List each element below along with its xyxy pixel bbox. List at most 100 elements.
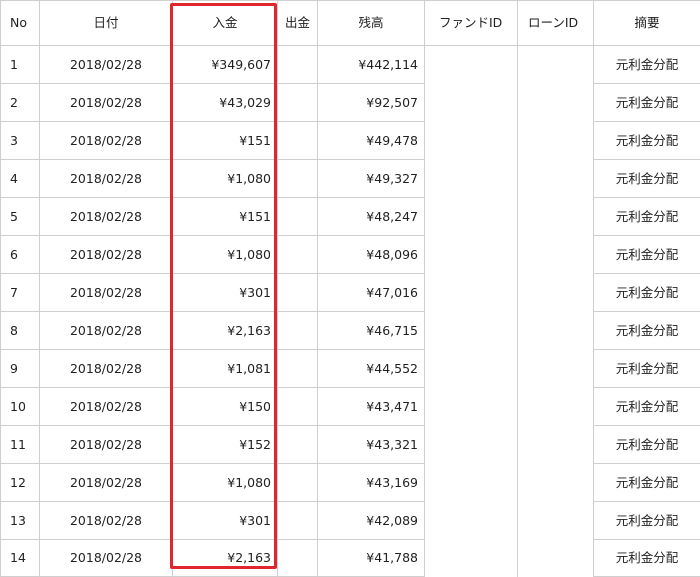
loan-id: [518, 122, 594, 160]
row-number: 8: [1, 312, 40, 350]
withdrawal-amount: [278, 46, 318, 84]
memo: 元利金分配: [594, 274, 700, 312]
fund-id: [425, 464, 518, 502]
fund-id: [425, 236, 518, 274]
row-number: 14: [1, 540, 40, 577]
memo: 元利金分配: [594, 46, 700, 84]
memo: 元利金分配: [594, 198, 700, 236]
withdrawal-amount: [278, 350, 318, 388]
loan-id: [518, 46, 594, 84]
memo: 元利金分配: [594, 160, 700, 198]
transaction-table: No 日付 入金 出金 残高 ファンドID ローンID 摘要 12018/02/…: [0, 0, 700, 577]
deposit-amount: ¥151: [173, 122, 278, 160]
fund-id: [425, 312, 518, 350]
loan-id: [518, 160, 594, 198]
deposit-amount: ¥2,163: [173, 312, 278, 350]
deposit-amount: ¥43,029: [173, 84, 278, 122]
memo: 元利金分配: [594, 426, 700, 464]
balance-amount: ¥49,478: [318, 122, 425, 160]
transaction-date: 2018/02/28: [40, 84, 173, 122]
fund-id: [425, 540, 518, 577]
table-row: 122018/02/28¥1,080 ¥43,169 元利金分配: [1, 464, 700, 502]
table-row: 132018/02/28¥301¥42,089元利金分配: [1, 502, 700, 540]
balance-amount: ¥46,715: [318, 312, 425, 350]
fund-id: [425, 122, 518, 160]
table-header: No 日付 入金 出金 残高 ファンドID ローンID 摘要: [1, 1, 700, 46]
column-header-withdrawal: 出金: [278, 1, 318, 46]
deposit-amount: ¥301: [173, 274, 278, 312]
deposit-amount: ¥151: [173, 198, 278, 236]
loan-id: [518, 84, 594, 122]
deposit-amount: ¥1,080: [173, 236, 278, 274]
balance-amount: ¥43,169: [318, 464, 425, 502]
deposit-amount: ¥1,080: [173, 160, 278, 198]
transaction-date: 2018/02/28: [40, 122, 173, 160]
table-row: 102018/02/28¥150¥43,471元利金分配: [1, 388, 700, 426]
table-row: 112018/02/28¥152¥43,321元利金分配: [1, 426, 700, 464]
withdrawal-amount: [278, 274, 318, 312]
row-number: 11: [1, 426, 40, 464]
withdrawal-amount: [278, 84, 318, 122]
balance-amount: ¥43,471: [318, 388, 425, 426]
deposit-amount: ¥1,080: [173, 464, 278, 502]
fund-id: [425, 388, 518, 426]
balance-amount: ¥48,096: [318, 236, 425, 274]
fund-id: [425, 160, 518, 198]
row-number: 9: [1, 350, 40, 388]
memo: 元利金分配: [594, 540, 700, 577]
loan-id: [518, 198, 594, 236]
withdrawal-amount: [278, 122, 318, 160]
loan-id: [518, 540, 594, 577]
loan-id: [518, 274, 594, 312]
loan-id: [518, 312, 594, 350]
transaction-date: 2018/02/28: [40, 540, 173, 577]
loan-id: [518, 502, 594, 540]
transaction-date: 2018/02/28: [40, 388, 173, 426]
deposit-amount: ¥2,163: [173, 540, 278, 577]
memo: 元利金分配: [594, 350, 700, 388]
withdrawal-amount: [278, 312, 318, 350]
transaction-date: 2018/02/28: [40, 464, 173, 502]
deposit-amount: ¥150: [173, 388, 278, 426]
row-number: 10: [1, 388, 40, 426]
withdrawal-amount: [278, 388, 318, 426]
balance-amount: ¥442,114: [318, 46, 425, 84]
fund-id: [425, 198, 518, 236]
balance-amount: ¥43,321: [318, 426, 425, 464]
loan-id: [518, 236, 594, 274]
transaction-date: 2018/02/28: [40, 502, 173, 540]
memo: 元利金分配: [594, 464, 700, 502]
fund-id: [425, 350, 518, 388]
withdrawal-amount: [278, 236, 318, 274]
row-number: 13: [1, 502, 40, 540]
row-number: 6: [1, 236, 40, 274]
table-row: 62018/02/28¥1,080¥48,096元利金分配: [1, 236, 700, 274]
loan-id: [518, 388, 594, 426]
column-header-date: 日付: [40, 1, 173, 46]
deposit-amount: ¥1,081: [173, 350, 278, 388]
withdrawal-amount: [278, 540, 318, 577]
fund-id: [425, 426, 518, 464]
deposit-amount: ¥301: [173, 502, 278, 540]
loan-id: [518, 464, 594, 502]
fund-id: [425, 46, 518, 84]
withdrawal-amount: [278, 502, 318, 540]
balance-amount: ¥49,327: [318, 160, 425, 198]
transaction-date: 2018/02/28: [40, 46, 173, 84]
withdrawal-amount: [278, 426, 318, 464]
table-row: 72018/02/28¥301¥47,016元利金分配: [1, 274, 700, 312]
transaction-date: 2018/02/28: [40, 160, 173, 198]
loan-id: [518, 350, 594, 388]
balance-amount: ¥41,788: [318, 540, 425, 577]
column-header-memo: 摘要: [594, 1, 700, 46]
transaction-date: 2018/02/28: [40, 236, 173, 274]
table-row: 82018/02/28¥2,163¥46,715元利金分配: [1, 312, 700, 350]
balance-amount: ¥42,089: [318, 502, 425, 540]
withdrawal-amount: [278, 160, 318, 198]
table-row: 52018/02/28¥151¥48,247元利金分配: [1, 198, 700, 236]
row-number: 12: [1, 464, 40, 502]
fund-id: [425, 502, 518, 540]
transaction-date: 2018/02/28: [40, 312, 173, 350]
withdrawal-amount: [278, 198, 318, 236]
table-row: 12018/02/28¥349,607¥442,114元利金分配: [1, 46, 700, 84]
